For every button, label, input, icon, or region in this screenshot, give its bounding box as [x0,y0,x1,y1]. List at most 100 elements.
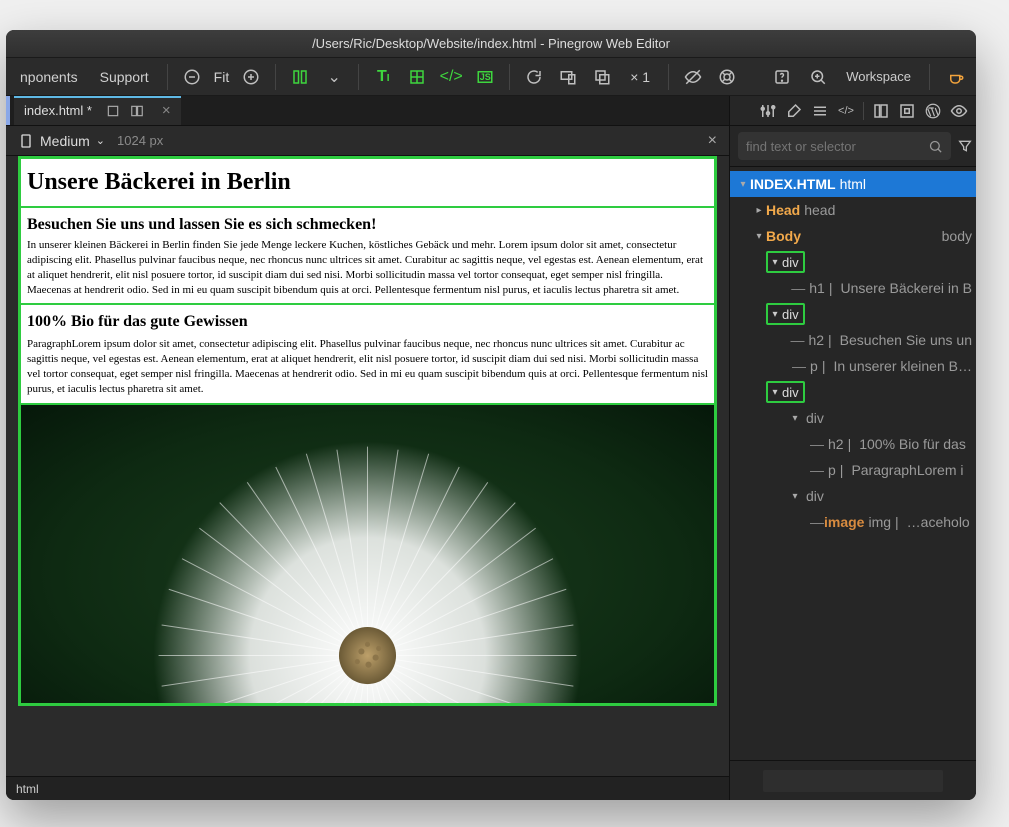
panel-footer [730,760,976,800]
tree-search-row: </> [730,126,976,167]
main-toolbar: nponents Support Fit ⌄ TI </> JS × 1 Wor… [6,58,976,96]
tree-row-h1[interactable]: — h1|Unsere Bäckerei in B [730,275,976,301]
css-grid-icon[interactable] [403,63,431,91]
tree-summary: ParagraphLorem i [851,462,963,478]
status-breadcrumb[interactable]: html [16,782,39,796]
tree-row-div-3b[interactable]: ▾ div [730,483,976,509]
help-icon[interactable] [768,63,796,91]
tree-tag: h2 [828,436,844,452]
list-icon[interactable] [811,102,829,120]
zoom-fit[interactable]: Fit [212,65,232,89]
tree-tag: h2 [808,332,824,348]
tree-tag: head [804,202,835,218]
tab-splitview-icon[interactable] [126,100,148,122]
tree-row-h2b[interactable]: — h2|100% Bio für das [730,431,976,457]
toolbar-separator [167,64,168,90]
tree-summary: Unsere Bäckerei in B [840,280,972,296]
menu-support[interactable]: Support [92,65,157,89]
tree-tag: div [806,488,824,504]
library-icon[interactable] [872,102,890,120]
page-h3[interactable]: 100% Bio für das gute Gewissen [27,313,708,331]
breakpoint-name: Medium [40,133,90,149]
tree-search-field[interactable] [738,132,951,160]
toolbar-separator [358,64,359,90]
filter-icon[interactable] [957,135,973,157]
selected-div-box: ▾div [766,251,805,273]
tree-label: Head [766,202,800,218]
tree-row-h2[interactable]: — h2|Besuchen Sie uns un [730,327,976,353]
tree-row-head[interactable]: ▸ Head head [730,197,976,223]
tree-tag: body [942,228,972,244]
page-block-hero[interactable]: Unsere Bäckerei in Berlin [21,159,714,206]
chevron-down-icon[interactable]: ⌄ [320,63,348,91]
multiplier-label[interactable]: × 1 [622,65,658,89]
tab-ribbon [6,96,10,125]
close-preview-icon[interactable]: × [708,132,717,150]
tree-row-div-3[interactable]: ▾div [730,379,976,405]
code-icon[interactable]: </> [437,63,465,91]
tree-summary: Besuchen Sie uns un [840,332,972,348]
chevron-down-icon: ⌄ [96,134,105,147]
eye-off-icon[interactable] [679,63,707,91]
sliders-icon[interactable] [759,102,777,120]
rendered-page[interactable]: Unsere Bäckerei in Berlin Besuchen Sie u… [18,156,717,706]
tree-label: image [824,514,864,530]
panel-separator [863,102,864,120]
dandelion-image [21,405,714,706]
footer-placeholder [763,770,943,792]
code-panel-icon[interactable]: </> [837,102,855,120]
tree-row-image[interactable]: — image img|…aceholo [730,509,976,535]
devices-icon[interactable] [554,63,582,91]
toolbar-separator [929,64,930,90]
tree-row-div-2[interactable]: ▾div [730,301,976,327]
refresh-icon[interactable] [520,63,548,91]
visual-helpers-icon[interactable] [286,63,314,91]
tab-close-icon[interactable]: × [162,102,171,119]
coffee-icon[interactable] [942,63,970,91]
toolbar-separator [275,64,276,90]
tree-file-name: INDEX.HTML [750,176,836,192]
tab-view-icon[interactable] [102,100,124,122]
page-h2[interactable]: Besuchen Sie uns und lassen Sie es sich … [27,216,708,234]
wordpress-icon[interactable] [924,102,942,120]
page-block-bio[interactable]: 100% Bio für das gute Gewissen Paragraph… [21,303,714,402]
tree-row-p[interactable]: — p|In unserer kleinen B… [730,353,976,379]
actions-icon[interactable] [898,102,916,120]
toolbar-separator [509,64,510,90]
dom-tree[interactable]: ▾ INDEX.HTML html ▸ Head head ▾ Body bod… [730,167,976,760]
tree-row-file[interactable]: ▾ INDEX.HTML html [730,171,976,197]
breakpoint-bar: Medium ⌄ 1024 px × [6,126,729,156]
tree-search-input[interactable] [746,139,922,154]
tree-row-div-1[interactable]: ▾div [730,249,976,275]
tree-tag: h1 [809,280,825,296]
life-ring-icon[interactable] [713,63,741,91]
document-tabs: index.html * × [6,96,729,126]
tree-row-body[interactable]: ▾ Body body [730,223,976,249]
text-tool-icon[interactable]: TI [369,63,397,91]
magnify-icon[interactable] [804,63,832,91]
search-icon [928,139,943,154]
breakpoint-selector[interactable]: Medium ⌄ [16,130,107,152]
preview-canvas[interactable]: Unsere Bäckerei in Berlin Besuchen Sie u… [6,156,729,776]
eye-icon[interactable] [950,102,968,120]
brush-icon[interactable] [785,102,803,120]
page-h1[interactable]: Unsere Bäckerei in Berlin [27,169,708,196]
page-block-image[interactable] [21,403,714,706]
tree-row-div-3a[interactable]: ▾ div [730,405,976,431]
window-title: /Users/Ric/Desktop/Website/index.html - … [6,30,976,58]
page-p1[interactable]: In unserer kleinen Bäckerei in Berlin fi… [27,238,708,297]
workspace-menu[interactable]: Workspace [840,69,917,84]
duplicate-icon[interactable] [588,63,616,91]
js-icon[interactable]: JS [471,63,499,91]
tab-index-html[interactable]: index.html * × [14,96,181,125]
page-block-intro[interactable]: Besuchen Sie uns und lassen Sie es sich … [21,206,714,303]
selected-div-box: ▾div [766,303,805,325]
tree-row-pb[interactable]: — p|ParagraphLorem i [730,457,976,483]
tree-summary: …aceholo [907,514,970,530]
zoom-out-icon[interactable] [178,63,206,91]
breakpoint-width: 1024 px [117,133,163,148]
menu-components[interactable]: nponents [12,65,86,89]
page-p2[interactable]: ParagraphLorem ipsum dolor sit amet, con… [27,337,708,396]
tab-label: index.html * [24,103,92,118]
zoom-in-icon[interactable] [237,63,265,91]
